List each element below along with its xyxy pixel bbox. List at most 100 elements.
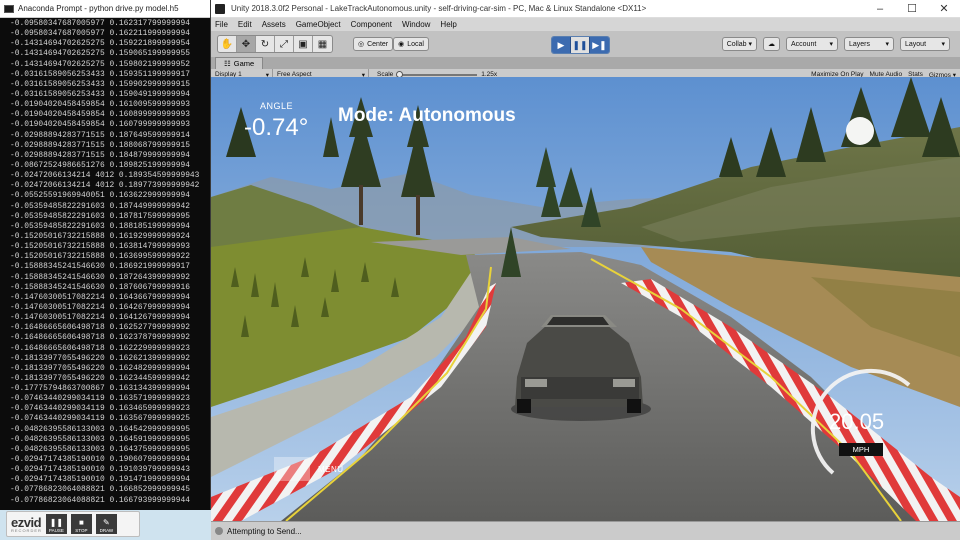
console-line: -0.16486665606498718 0.162527799999992: [10, 323, 190, 333]
console-line: -0.15205016732215888 0.163699599999922: [10, 252, 190, 262]
console-line: -0.07463440299034119 0.163465999999923: [10, 404, 190, 414]
console-line: -0.02988894283771515 0.187649599999914: [10, 130, 190, 140]
console-line: -0.17775794863700867 0.163134399999994: [10, 384, 190, 394]
console-line: -0.07786823064088821 0.166793999999944: [10, 495, 190, 505]
scale-tool-icon[interactable]: ⤢: [275, 36, 294, 52]
console-line: -0.18133977055496220 0.162621399999992: [10, 353, 190, 363]
console-line: -0.14314694702625275 0.159802199999952: [10, 59, 190, 69]
pause-icon: ❚❚: [49, 518, 64, 527]
collab-label: Collab ▾: [726, 41, 752, 48]
console-title: Anaconda Prompt - python drive.py model.…: [18, 4, 179, 13]
layers-label: Layers: [849, 40, 871, 48]
menu-edit[interactable]: Edit: [238, 20, 252, 29]
unity-editor-window: Unity 2018.3.0f2 Personal - LakeTrackAut…: [211, 0, 960, 540]
account-dropdown[interactable]: Account ▾: [786, 37, 838, 51]
angle-label: ANGLE: [260, 101, 294, 111]
pivot-label: Center: [367, 40, 389, 48]
transform-tools: ✋ ✥ ↻ ⤢ ▣ ▦: [217, 35, 333, 53]
pivot-local-toggle[interactable]: ◉ Local: [393, 37, 429, 51]
console-line: -0.15888345241546630 0.187264399999992: [10, 272, 190, 282]
hand-tool-icon[interactable]: ✋: [218, 36, 237, 52]
status-icon: [215, 527, 223, 535]
console-line: -0.14760300517082214 0.164366799999994: [10, 292, 190, 302]
console-line: -0.03161589056253433 0.159351199999917: [10, 69, 190, 79]
game-view[interactable]: ANGLE -0.74° Mode: Autonomous 20.05 MPH …: [211, 77, 960, 521]
console-line: -0.07463440299034119 0.163571999999923: [10, 394, 190, 404]
menu-component[interactable]: Component: [351, 20, 392, 29]
console-line: -0.02988894283771515 0.188068799999915: [10, 140, 190, 150]
chevron-down-icon: ▾: [885, 41, 889, 48]
pencil-icon: ✎: [103, 518, 110, 527]
mode-label: Mode: Autonomous: [338, 105, 516, 126]
console-line: -0.15888345241546630 0.187606799999916: [10, 282, 190, 292]
console-line: -0.01904020458459854 0.160799999999993: [10, 120, 190, 130]
menu-file[interactable]: File: [215, 20, 228, 29]
console-line: -0.18133977055496220 0.162344599999942: [10, 373, 190, 383]
unity-titlebar[interactable]: Unity 2018.3.0f2 Personal - LakeTrackAut…: [211, 0, 960, 18]
desktop: Anaconda Prompt - python drive.py model.…: [0, 0, 960, 540]
layers-dropdown[interactable]: Layers ▾: [844, 37, 894, 51]
menu-gameobject[interactable]: GameObject: [296, 20, 341, 29]
move-tool-icon[interactable]: ✥: [237, 36, 256, 52]
console-line: -0.04826395586133003 0.164542999999995: [10, 424, 190, 434]
console-line: -0.02947174385190010 0.191471999999994: [10, 475, 190, 485]
stop-label: STOP: [75, 528, 88, 533]
console-line: -0.14760300517082214 0.164126799999994: [10, 313, 190, 323]
menu-help[interactable]: Help: [440, 20, 456, 29]
play-button[interactable]: ▶: [552, 37, 571, 53]
globe-icon: ◉: [398, 41, 405, 48]
console-line: -0.02947174385190010 0.191039799999943: [10, 465, 190, 475]
menu-window[interactable]: Window: [402, 20, 430, 29]
console-line: -0.03161589056253433 0.159049199999994: [10, 89, 190, 99]
console-line: -0.07463440299034119 0.163567999999925: [10, 414, 190, 424]
console-line: -0.15205016732215888 0.163814799999993: [10, 242, 190, 252]
menu-assets[interactable]: Assets: [262, 20, 286, 29]
direction-indicator: [846, 117, 874, 145]
draw-button[interactable]: ✎ DRAW: [95, 514, 117, 534]
stop-button[interactable]: ■ STOP: [70, 514, 92, 534]
ezvid-logo-text: ezvid: [11, 514, 42, 530]
pause-game-button[interactable]: ❚❚: [571, 37, 590, 53]
unity-logo-icon: [215, 3, 225, 14]
console-line: -0.02947174385190010 0.190607999999994: [10, 455, 190, 465]
tab-game[interactable]: ☷ Game: [215, 57, 264, 69]
pause-label: PAUSE: [48, 528, 64, 533]
scale-slider[interactable]: [396, 70, 478, 78]
console-line: -0.04826395586133003 0.164591999999995: [10, 434, 190, 444]
maximize-icon[interactable]: ☐: [896, 2, 928, 15]
menu-bar: File Edit Assets GameObject Component Wi…: [211, 18, 960, 31]
anaconda-prompt-window[interactable]: Anaconda Prompt - python drive.py model.…: [0, 0, 211, 510]
game-controller-icon: ☷: [224, 59, 231, 68]
console-line: -0.16486665606498718 0.162229999999923: [10, 343, 190, 353]
console-output: -0.09580347687005977 0.162317799999994 -0…: [0, 18, 210, 506]
console-line: -0.14314694702625275 0.159221899999954: [10, 39, 190, 49]
close-icon[interactable]: ✕: [928, 2, 960, 15]
transform-tool-icon[interactable]: ▦: [313, 36, 332, 52]
chevron-down-icon: ▾: [829, 41, 833, 48]
rect-tool-icon[interactable]: ▣: [294, 36, 313, 52]
pivot-icon: ◎: [358, 41, 365, 48]
rotate-tool-icon[interactable]: ↻: [256, 36, 275, 52]
console-line: -0.03161589056253433 0.159902999999915: [10, 79, 190, 89]
console-line: -0.14760300517082214 0.164267999999994: [10, 302, 190, 312]
step-button[interactable]: ▶❚: [590, 37, 609, 53]
draw-label: DRAW: [99, 528, 114, 533]
tab-game-label: Game: [233, 59, 255, 68]
collab-button[interactable]: Collab ▾: [721, 37, 757, 51]
account-label: Account: [791, 40, 817, 48]
console-line: -0.05359485822291603 0.187817599999995: [10, 211, 190, 221]
layout-dropdown[interactable]: Layout ▾: [900, 37, 950, 51]
cloud-button[interactable]: ☁: [763, 37, 780, 51]
status-text: Attempting to Send...: [227, 526, 302, 536]
status-bar: Attempting to Send...: [211, 521, 960, 540]
menu-button[interactable]: MENU: [318, 465, 344, 474]
console-line: -0.09580347687005977 0.162211999999994: [10, 29, 190, 39]
console-titlebar[interactable]: Anaconda Prompt - python drive.py model.…: [0, 0, 210, 18]
unity-toolbar: ✋ ✥ ↻ ⤢ ▣ ▦ ◎ Center ◉ Local ▶ ❚❚ ▶❚ Col…: [211, 31, 960, 57]
console-line: -0.02988894283771515 0.184879999999994: [10, 150, 190, 160]
pivot-center-toggle[interactable]: ◎ Center: [353, 37, 394, 51]
pause-button[interactable]: ❚❚ PAUSE: [45, 514, 67, 534]
minimize-icon[interactable]: –: [864, 3, 896, 15]
speed-unit: MPH: [839, 443, 883, 456]
terminal-icon: [4, 4, 14, 13]
